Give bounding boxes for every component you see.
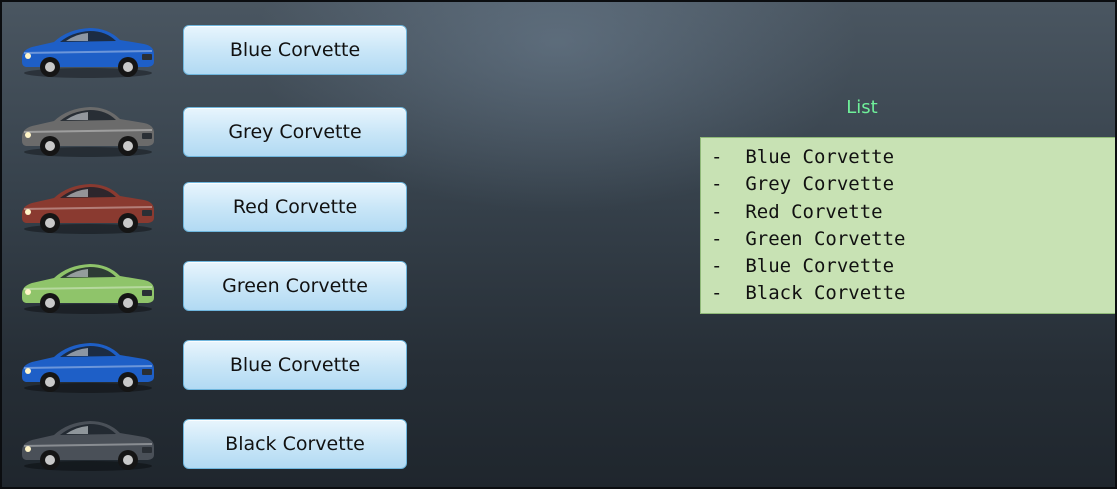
app-window: Blue Corvette Grey Corvette Red Corvette…	[0, 0, 1117, 489]
car-graphic	[22, 107, 154, 157]
list-item-label: Blue Corvette	[745, 255, 895, 278]
list-bullet: -	[711, 282, 723, 305]
list-item: - Grey Corvette	[711, 171, 1115, 198]
blue-car-icon	[16, 20, 156, 80]
list-bullet: -	[711, 146, 723, 168]
list-item: - Blue Corvette	[711, 253, 1115, 280]
black-car-icon	[16, 413, 156, 473]
red-corvette-button[interactable]: Red Corvette	[183, 182, 407, 232]
list-item-label: Green Corvette	[745, 227, 906, 250]
black-corvette-button[interactable]: Black Corvette	[183, 419, 407, 469]
car-graphic	[22, 343, 154, 393]
list-item-label: Black Corvette	[745, 282, 906, 305]
list-item-label: Blue Corvette	[745, 146, 895, 168]
grey-car-icon	[16, 99, 156, 159]
selection-list: - Blue Corvette - Grey Corvette - Red Co…	[700, 137, 1115, 314]
red-car-icon	[16, 176, 156, 236]
grey-corvette-button[interactable]: Grey Corvette	[183, 107, 407, 157]
list-bullet: -	[711, 173, 723, 196]
car-graphic	[22, 184, 154, 234]
car-graphic	[22, 264, 154, 314]
list-item: - Green Corvette	[711, 226, 1115, 253]
list-item-label: Grey Corvette	[745, 173, 895, 196]
list-bullet: -	[711, 200, 723, 223]
blue-corvette-button[interactable]: Blue Corvette	[183, 25, 407, 75]
list-bullet: -	[711, 255, 723, 278]
list-bullet: -	[711, 227, 723, 250]
car-graphic	[22, 421, 154, 471]
list-item: - Red Corvette	[711, 199, 1115, 226]
blue-corvette-button-2[interactable]: Blue Corvette	[183, 340, 407, 390]
list-item: - Blue Corvette	[711, 144, 1115, 171]
list-item: - Black Corvette	[711, 280, 1115, 307]
green-car-icon	[16, 256, 156, 316]
list-item-label: Red Corvette	[745, 200, 883, 223]
car-graphic	[22, 28, 154, 78]
green-corvette-button[interactable]: Green Corvette	[183, 261, 407, 311]
list-title: List	[846, 97, 878, 118]
blue-car-icon	[16, 335, 156, 395]
